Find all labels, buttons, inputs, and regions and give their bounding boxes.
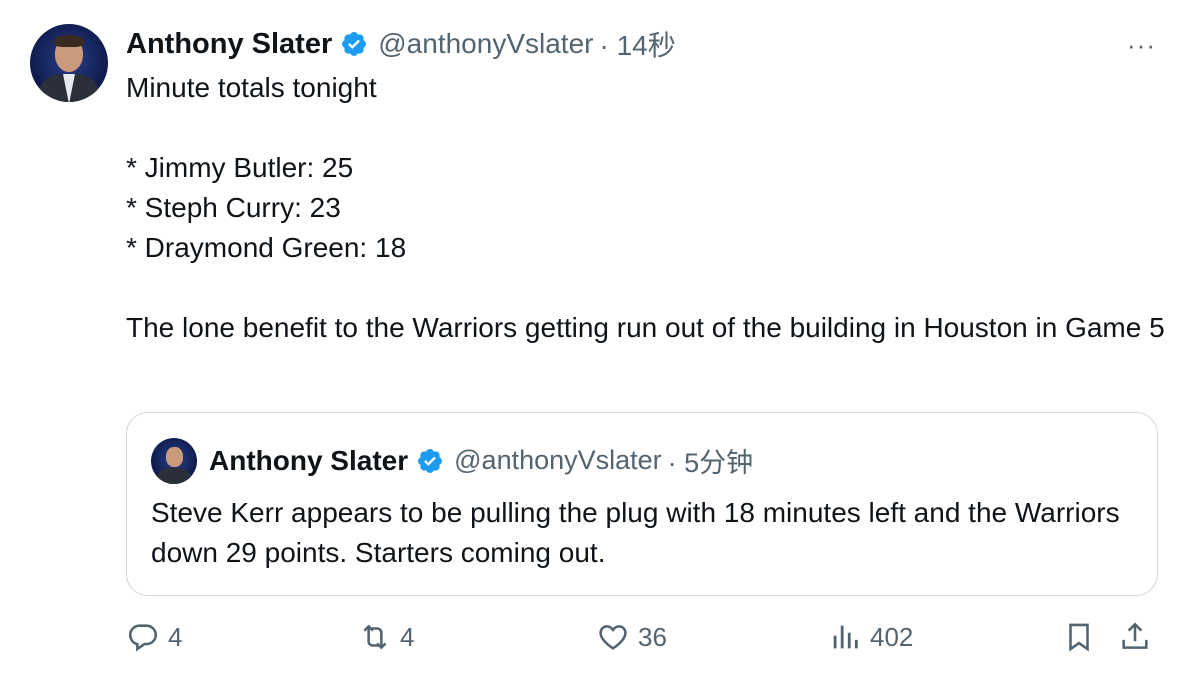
views-count: 402 [870, 621, 914, 652]
tweet-line: The lone benefit to the Warriors getting… [126, 312, 1165, 343]
tweet-line: * Jimmy Butler: 25 [126, 152, 354, 183]
like-count: 36 [638, 621, 667, 652]
quoted-tweet[interactable]: Anthony Slater @anthonyVslater · 5分钟 Ste… [126, 412, 1158, 596]
tweet-text: Minute totals tonight * Jimmy Butler: 25… [126, 68, 1166, 348]
views-chart-icon [833, 625, 858, 649]
reply-button[interactable]: 4 [126, 620, 182, 654]
views-button[interactable]: 402 [828, 620, 913, 654]
bookmark-button[interactable] [1062, 620, 1104, 654]
tweet-header: Anthony Slater @anthonyVslater · 14秒 [126, 24, 676, 64]
author-handle[interactable]: @anthonyVslater [378, 28, 593, 60]
repost-button[interactable]: 4 [358, 620, 414, 654]
action-bar: 4 4 36 402 [126, 620, 1160, 666]
quoted-handle: @anthonyVslater [454, 445, 662, 475]
avatar[interactable] [30, 24, 108, 102]
quoted-author-name: Anthony Slater [209, 444, 409, 476]
timestamp[interactable]: · 14秒 [599, 24, 675, 64]
tweet-line: * Draymond Green: 18 [126, 232, 407, 263]
quoted-header: Anthony Slater @anthonyVslater · 5分钟 [209, 441, 753, 480]
repost-count: 4 [400, 621, 415, 652]
author-name[interactable]: Anthony Slater [126, 28, 332, 61]
verified-badge-icon [340, 30, 368, 58]
like-button[interactable]: 36 [596, 620, 667, 654]
share-button[interactable] [1118, 620, 1160, 654]
bookmark-icon [1069, 623, 1089, 652]
quoted-avatar [151, 438, 197, 484]
tweet-line: Minute totals tonight [126, 72, 377, 103]
more-options-button[interactable]: ··· [1127, 30, 1156, 61]
tweet-line: * Steph Curry: 23 [126, 192, 341, 223]
heart-icon [599, 625, 627, 650]
reply-icon [128, 624, 158, 652]
verified-badge-icon [416, 447, 444, 475]
quoted-timestamp: · 5分钟 [667, 448, 754, 478]
repost-icon [363, 624, 387, 650]
quoted-text: Steve Kerr appears to be pulling the plu… [151, 497, 1120, 568]
reply-count: 4 [168, 621, 183, 652]
share-icon [1122, 622, 1148, 649]
